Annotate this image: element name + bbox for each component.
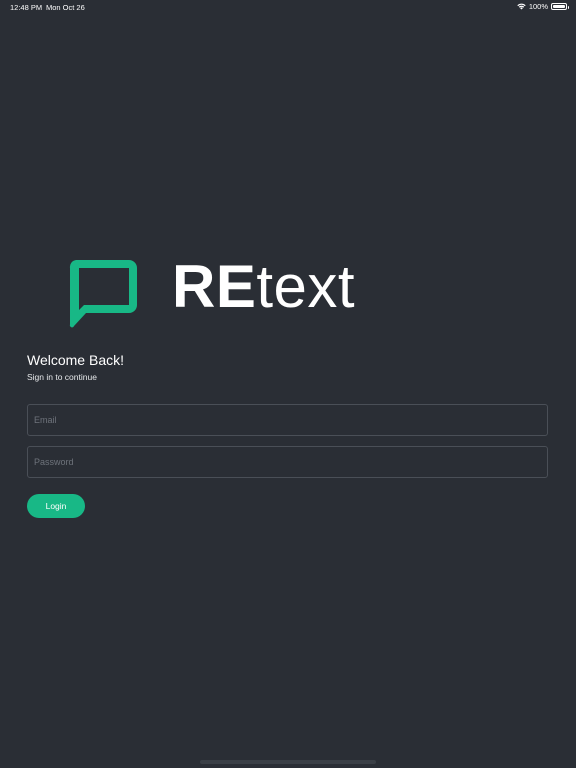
welcome-subtitle: Sign in to continue	[27, 372, 97, 382]
brand-name-bold: RE	[172, 253, 257, 320]
wifi-icon	[517, 3, 526, 10]
status-date: Mon Oct 26	[46, 3, 85, 12]
status-time: 12:48 PM	[10, 3, 43, 12]
status-bar: 12:48 PM Mon Oct 26 100%	[0, 0, 576, 14]
login-button[interactable]: Login	[27, 494, 85, 518]
battery-icon	[551, 3, 569, 10]
battery-percentage: 100%	[528, 2, 548, 11]
password-field[interactable]	[27, 446, 548, 478]
speech-bubble-icon	[69, 260, 137, 328]
brand-name-light: text	[256, 253, 356, 320]
status-indicators: 100%	[517, 2, 569, 11]
email-field[interactable]	[27, 404, 548, 436]
home-indicator	[200, 760, 376, 764]
brand-wordmark: REtext	[172, 252, 355, 322]
welcome-title: Welcome Back!	[27, 352, 124, 368]
